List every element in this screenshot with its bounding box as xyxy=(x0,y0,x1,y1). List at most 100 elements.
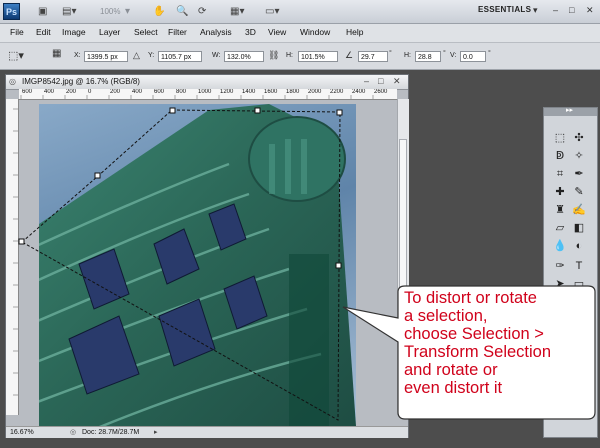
magic-wand-tool-icon[interactable]: ✧ xyxy=(571,148,587,164)
brush-tool-icon[interactable]: ✎ xyxy=(571,184,587,200)
menu-filter[interactable]: Filter xyxy=(168,27,187,37)
close-icon[interactable]: ✕ xyxy=(586,5,594,16)
y-position-field[interactable]: 1105.7 px xyxy=(158,51,202,62)
zoom-dropdown-icon[interactable]: ▾ xyxy=(125,4,130,19)
status-info-icon: ◎ xyxy=(70,429,77,436)
doc-maximize-icon[interactable]: □ xyxy=(378,76,383,86)
zoom-level-field[interactable]: 16.67% xyxy=(10,427,34,438)
ruler-tick-label: 1200 xyxy=(220,89,234,95)
height-label: H: xyxy=(286,52,293,59)
pen-tool-icon[interactable]: ✑ xyxy=(552,258,568,274)
collapse-panel-icon[interactable]: ▸▸ xyxy=(566,106,573,114)
document-tab[interactable]: ◎ IMGP8542.jpg @ 16.7% (RGB/8) – □ ✕ xyxy=(6,75,408,90)
ruler-tick-label: 400 xyxy=(44,89,55,95)
document-title: IMGP8542.jpg @ 16.7% (RGB/8) xyxy=(22,77,140,86)
clone-stamp-tool-icon[interactable]: ♜ xyxy=(552,202,568,218)
callout-line: even distort it xyxy=(404,379,503,397)
x-position-field[interactable]: 1399.5 px xyxy=(84,51,128,62)
width-label: W: xyxy=(212,52,221,59)
dodge-tool-icon[interactable]: ◐ xyxy=(571,238,587,254)
healing-brush-tool-icon[interactable]: ✚ xyxy=(552,184,568,200)
crop-tool-icon[interactable]: ⌗ xyxy=(552,166,568,182)
blur-tool-icon[interactable]: 💧 xyxy=(552,238,568,254)
ruler-tick-label: 200 xyxy=(110,89,121,95)
link-icon[interactable]: ⛓ xyxy=(268,50,279,61)
eyedropper-tool-icon[interactable]: ✒ xyxy=(571,166,587,182)
rotate-view-icon[interactable]: ⟳ xyxy=(198,4,206,19)
x-label: X: xyxy=(74,52,81,59)
hand-tool-icon[interactable]: ✋ xyxy=(153,4,165,19)
building-photo xyxy=(39,104,356,426)
ruler-tick-label: 1000 xyxy=(198,89,212,95)
mini-bridge-icon[interactable]: ▤▾ xyxy=(62,4,76,19)
document-size: Doc: 28.7M/28.7M xyxy=(82,429,140,436)
ruler-tick-label: 2400 xyxy=(352,89,366,95)
tools-panel-header[interactable]: ▸▸ xyxy=(544,106,597,116)
ruler-tick-label: 1800 xyxy=(286,89,300,95)
maximize-icon[interactable]: □ xyxy=(569,5,574,15)
horizontal-ruler: 600 400 200 0 200 400 600 800 1000 1200 … xyxy=(19,89,397,100)
callout-line: choose Selection > xyxy=(404,325,544,343)
menu-help[interactable]: Help xyxy=(346,27,363,37)
scroll-down-arrow-icon[interactable]: ▾ xyxy=(400,401,404,409)
doc-close-icon[interactable]: ✕ xyxy=(393,76,401,87)
eraser-tool-icon[interactable]: ▱ xyxy=(552,220,568,236)
vertical-skew-field[interactable]: 0.0 xyxy=(460,51,486,62)
menu-bar: File Edit Image Layer Select Filter Anal… xyxy=(0,24,600,43)
ruler-tick-label: 2600 xyxy=(374,89,388,95)
image-canvas[interactable] xyxy=(39,104,356,426)
options-bar: ⬚▾ ▦ X: 1399.5 px △ Y: 1105.7 px W: 132.… xyxy=(0,43,600,70)
zoom-level-select[interactable]: 100% xyxy=(100,4,120,19)
rotate-angle-field[interactable]: 29.7 xyxy=(358,51,388,62)
menu-edit[interactable]: Edit xyxy=(36,27,51,37)
horizontal-skew-label: H: xyxy=(404,52,411,59)
menu-layer[interactable]: Layer xyxy=(99,27,120,37)
bridge-icon[interactable]: ▣ xyxy=(38,4,47,19)
menu-file[interactable]: File xyxy=(10,27,24,37)
photoshop-logo: Ps xyxy=(3,3,20,20)
lasso-tool-icon[interactable]: ↁ xyxy=(552,148,568,164)
callout-line: and rotate or xyxy=(404,361,498,379)
workspace-dropdown-icon[interactable]: ▾ xyxy=(533,5,538,16)
move-tool-icon[interactable]: ✣ xyxy=(571,130,587,146)
vertical-skew-label: V: xyxy=(450,52,457,59)
menu-analysis[interactable]: Analysis xyxy=(200,27,232,37)
reference-point-icon[interactable]: ▦ xyxy=(52,48,68,64)
status-menu-arrow-icon[interactable]: ▸ xyxy=(154,427,158,438)
ruler-tick-label: 600 xyxy=(22,89,33,95)
callout-line: a selection, xyxy=(404,307,488,325)
ruler-tick-label: 1400 xyxy=(242,89,256,95)
transform-tool-icon: ⬚▾ xyxy=(8,50,24,62)
marquee-tool-icon[interactable]: ⬚ xyxy=(552,130,568,146)
arrange-documents-icon[interactable]: ▦▾ xyxy=(230,4,244,19)
ruler-tick-label: 200 xyxy=(66,89,77,95)
ruler-tick-label: 600 xyxy=(154,89,165,95)
callout-line: To distort or rotate xyxy=(404,289,537,307)
type-tool-icon[interactable]: T xyxy=(571,258,587,274)
menu-view[interactable]: View xyxy=(268,27,286,37)
zoom-tool-icon[interactable]: 🔍 xyxy=(176,4,188,19)
menu-select[interactable]: Select xyxy=(134,27,158,37)
menu-window[interactable]: Window xyxy=(300,27,330,37)
ruler-tick-label: 1600 xyxy=(264,89,278,95)
status-bar: 16.67% ◎ Doc: 28.7M/28.7M ▸ xyxy=(6,426,408,438)
history-brush-tool-icon[interactable]: ✍ xyxy=(571,202,587,218)
menu-image[interactable]: Image xyxy=(62,27,86,37)
application-bar: Ps ▣ ▤▾ 100% ▾ ✋ 🔍 ⟳ ▦▾ ▭▾ ESSENTIALS ▾ … xyxy=(0,0,600,24)
ruler-tick-label: 0 xyxy=(88,89,92,95)
menu-3d[interactable]: 3D xyxy=(245,27,256,37)
ruler-tick-label: 400 xyxy=(132,89,143,95)
document-tab-icon: ◎ xyxy=(9,77,16,86)
doc-minimize-icon[interactable]: – xyxy=(364,76,369,86)
height-scale-field[interactable]: 101.5% xyxy=(298,51,338,62)
gradient-tool-icon[interactable]: ◧ xyxy=(571,220,587,236)
horizontal-skew-field[interactable]: 28.8 xyxy=(415,51,441,62)
callout-line: Transform Selection xyxy=(404,343,552,361)
width-scale-field[interactable]: 132.0% xyxy=(224,51,264,62)
ruler-tick-label: 2000 xyxy=(308,89,322,95)
workspace-switcher[interactable]: ESSENTIALS xyxy=(478,5,531,14)
relative-position-icon[interactable]: △ xyxy=(133,50,140,61)
minimize-icon[interactable]: – xyxy=(553,5,558,15)
ruler-tick-label: 2200 xyxy=(330,89,344,95)
screen-mode-icon[interactable]: ▭▾ xyxy=(265,4,279,19)
